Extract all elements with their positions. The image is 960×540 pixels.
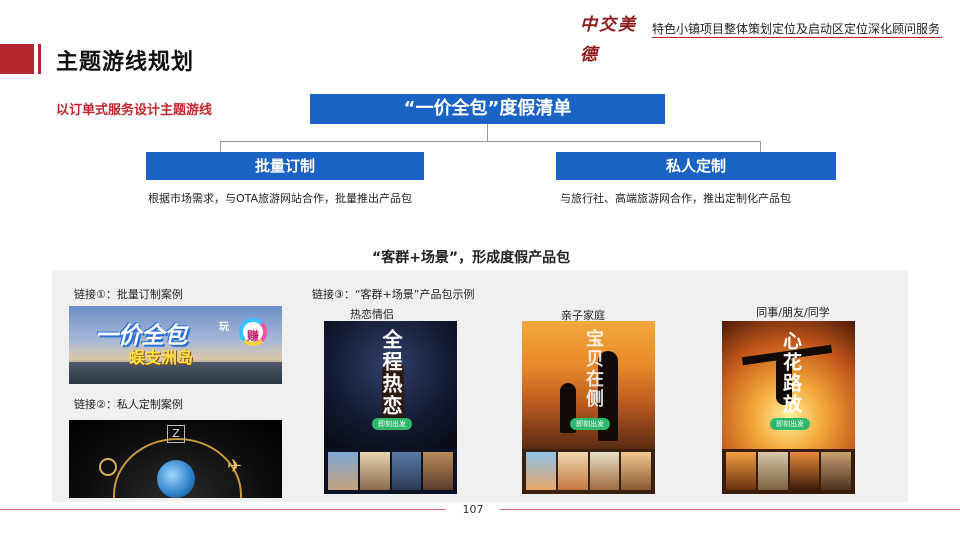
branch-box-private: 私人定制: [556, 152, 836, 180]
poster-thumbnails: [328, 452, 453, 490]
coin-icon: [99, 458, 117, 476]
category-label: 热恋情侣: [350, 308, 394, 321]
connector-line: [220, 141, 221, 152]
poster-go-button: 即刻出发: [770, 418, 810, 430]
header-underline: [652, 37, 942, 38]
connector-line: [760, 141, 761, 152]
footer-line-left: [0, 509, 446, 510]
poster-go-button: 即刻出发: [570, 418, 610, 430]
branch-desc-batch: 根据市场需求，与OTA旅游网站合作，批量推出产品包: [148, 192, 413, 205]
case-label-batch: 链接①：批量订制案例: [74, 288, 183, 301]
company-logo: 中交美德: [580, 15, 637, 65]
poster-thumbnails: [526, 452, 651, 490]
project-title: 特色小镇项目整体策划定位及启动区定位深化顾问服务: [652, 22, 941, 36]
globe-icon: [157, 460, 195, 498]
branch-box-batch: 批量订制: [146, 152, 424, 180]
diagram-main-box: “一价全包”度假清单: [310, 94, 665, 124]
case-label-package: 链接③：“客群+场景”产品包示例: [312, 288, 475, 301]
connector-line: [220, 141, 760, 142]
brand-badge: Z: [167, 425, 185, 443]
poster-title: 全程热恋: [379, 329, 403, 417]
poster-friends: 心花路放 即刻出发: [722, 321, 855, 494]
category-label: 同事/朋友/同学: [756, 306, 830, 319]
poster-go-button: 即刻出发: [372, 418, 412, 430]
header-accent-bar: [0, 44, 34, 74]
branch-desc-private: 与旅行社、高端旅游网合作，推出定制化产品包: [560, 192, 791, 205]
page-title: 主题游线规划: [56, 50, 195, 75]
poster-thumbnails: [726, 452, 851, 490]
banner-place-text: 蜈支洲岛: [129, 348, 194, 367]
airplane-icon: ✈: [227, 456, 243, 477]
poster-title: 心花路放: [780, 331, 802, 415]
section-subtitle: 以订单式服务设计主题游线: [56, 103, 213, 118]
diagram-result: “客群+场景”，形成度假产品包: [372, 250, 571, 266]
poster-couples: 全程热恋 即刻出发: [324, 321, 457, 494]
private-case-image: Z ✈: [69, 420, 282, 498]
header-accent-tick: [38, 44, 41, 74]
poster-family: 宝贝在侧 即刻出发: [522, 321, 655, 494]
connector-line: [487, 124, 488, 142]
footer-line-right: [500, 509, 960, 510]
banner-earn-circle: 赚: [239, 318, 267, 346]
batch-case-image: 一价全包 玩 赚 蜈支洲岛: [69, 306, 282, 384]
banner-play-text: 玩: [219, 322, 229, 333]
poster-title: 宝贝在侧: [583, 329, 604, 409]
case-label-private: 链接②：私人定制案例: [74, 398, 183, 411]
page-number: 107: [462, 503, 484, 516]
